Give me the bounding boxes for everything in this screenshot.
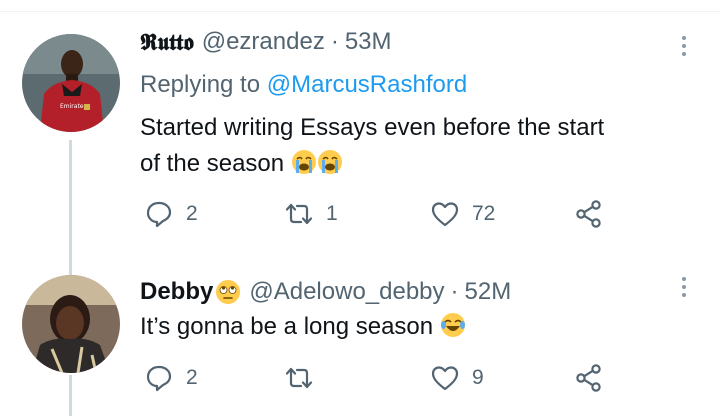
like-count: 9 [472, 366, 484, 389]
handle[interactable]: @Adelowo_debby [249, 278, 444, 306]
handle[interactable]: @ezrandez [202, 28, 325, 56]
separator: · [450, 278, 459, 305]
retweet-count: 1 [326, 202, 338, 225]
heart-icon [431, 366, 459, 391]
share-icon [576, 364, 601, 392]
tweet-text-line: It’s gonna be a long season [140, 313, 434, 340]
avatar[interactable]: Emirates [22, 34, 120, 132]
replying-to: Replying to @MarcusRashford [140, 71, 467, 99]
like-count: 72 [472, 202, 496, 225]
share-button[interactable] [574, 363, 604, 393]
reply-count: 2 [186, 202, 198, 225]
tweet-actions: 2 1 72 [140, 199, 610, 233]
reply-icon [146, 201, 172, 228]
separator: · [330, 28, 339, 55]
timestamp[interactable]: 53M [345, 28, 392, 56]
reply-button[interactable]: 2 [144, 363, 198, 393]
like-button[interactable]: 72 [430, 199, 495, 229]
loudly-crying-face-icon [317, 150, 342, 174]
tweet-header: 𝕽𝖚𝖙𝖙𝖔 @ezrandez · 53M [140, 28, 392, 56]
timestamp[interactable]: 52M [465, 278, 512, 306]
more-options-icon[interactable] [680, 36, 688, 60]
reply-icon [146, 365, 172, 392]
share-icon [576, 200, 601, 228]
share-button[interactable] [574, 199, 604, 229]
loudly-crying-face-icon [291, 150, 316, 174]
tweet-header: Debby @Adelowo_debby · 52M [140, 278, 511, 306]
retweet-icon [285, 367, 313, 389]
tweet-text-line: Started writing Essays even before the s… [140, 114, 605, 141]
reply-count: 2 [186, 366, 198, 389]
more-options-icon[interactable] [680, 277, 688, 301]
replying-prefix: Replying to [140, 71, 261, 98]
tweet-actions: 2 9 [140, 363, 610, 397]
retweet-button[interactable] [284, 363, 326, 393]
like-button[interactable]: 9 [430, 363, 484, 393]
avatar[interactable] [22, 275, 120, 373]
retweet-icon [285, 203, 313, 225]
tweet-text: It’s gonna be a long season [140, 309, 700, 345]
display-name[interactable]: Debby [140, 278, 213, 306]
tweet-text: Started writing Essays even before the s… [140, 110, 700, 182]
tweet-text-line: of the season [140, 150, 285, 177]
face-with-rolling-eyes-icon [216, 280, 241, 304]
tweet-1[interactable]: Emirates 𝕽𝖚𝖙𝖙𝖔 @ezrandez · 53M Replying … [0, 0, 720, 260]
reply-button[interactable]: 2 [144, 199, 198, 229]
display-name[interactable]: 𝕽𝖚𝖙𝖙𝖔 [140, 29, 194, 56]
svg-text:Emirates: Emirates [60, 103, 87, 110]
face-with-tears-of-joy-icon [440, 313, 465, 337]
retweet-button[interactable]: 1 [284, 199, 338, 229]
heart-icon [431, 202, 459, 227]
mention-link[interactable]: @MarcusRashford [267, 71, 467, 98]
tweet-2[interactable]: Debby @Adelowo_debby · 52M It’s gonna be… [0, 260, 720, 416]
